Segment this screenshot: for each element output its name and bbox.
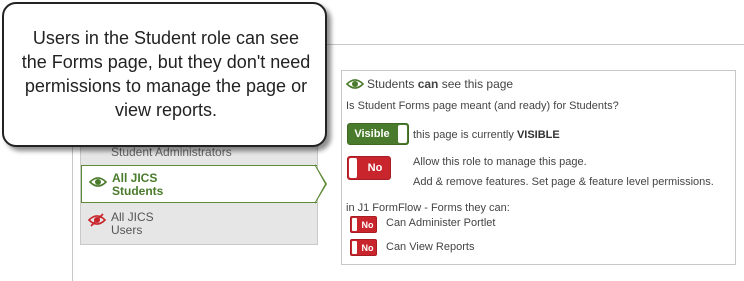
visibility-status: this page is currently VISIBLE bbox=[413, 129, 560, 141]
callout-box: Users in the Student role can see the Fo… bbox=[2, 2, 327, 147]
visibility-status-prefix: this page is currently bbox=[413, 129, 517, 141]
toggle-knob bbox=[352, 218, 357, 231]
panel-header: Students can see this page bbox=[345, 77, 514, 93]
manage-description-line1: Allow this role to manage this page. bbox=[413, 156, 587, 168]
header-suffix: see this page bbox=[438, 77, 514, 91]
toggle-label: Visible bbox=[354, 128, 390, 140]
visibility-toggle[interactable]: Visible bbox=[347, 123, 409, 145]
administer-portlet-label: Can Administer Portlet bbox=[386, 217, 496, 229]
permissions-panel: Students can see this page Is Student Fo… bbox=[341, 70, 736, 265]
administer-portlet-toggle[interactable]: No bbox=[350, 216, 377, 233]
toggle-knob bbox=[349, 158, 357, 178]
header-prefix: Students bbox=[367, 77, 418, 91]
view-reports-toggle[interactable]: No bbox=[350, 239, 377, 256]
toggle-knob bbox=[398, 125, 407, 143]
toggle-label: No bbox=[361, 220, 374, 230]
visibility-status-value: VISIBLE bbox=[516, 129, 560, 141]
toggle-knob bbox=[352, 241, 357, 254]
visibility-question: Is Student Forms page meant (and ready) … bbox=[346, 100, 619, 112]
manage-description-line2: Add & remove features. Set page & featur… bbox=[413, 176, 714, 188]
eye-slash-icon bbox=[87, 213, 107, 230]
view-reports-label: Can View Reports bbox=[386, 241, 475, 253]
role-list: Student Administrators All JICS Students… bbox=[80, 130, 318, 245]
eye-icon bbox=[88, 176, 108, 191]
role-item-all-jics-students[interactable]: All JICS Students bbox=[81, 165, 317, 203]
selected-role-pointer-fill bbox=[315, 166, 325, 202]
manage-page-toggle[interactable]: No bbox=[347, 156, 391, 180]
callout-text: Users in the Student role can see the Fo… bbox=[21, 28, 311, 120]
toggle-label: No bbox=[367, 162, 383, 174]
role-label-line2: Students bbox=[112, 184, 164, 198]
header-bold: can bbox=[417, 77, 439, 91]
role-label-line2: Users bbox=[111, 223, 143, 237]
toggle-label: No bbox=[361, 243, 374, 253]
formflow-section-label: in J1 FormFlow - Forms they can: bbox=[346, 202, 510, 214]
role-item-student-administrators[interactable]: Student Administrators bbox=[81, 145, 317, 163]
eye-icon bbox=[345, 78, 365, 93]
role-label: Student Administrators bbox=[111, 145, 232, 159]
role-item-all-jics-users[interactable]: All JICS Users bbox=[81, 209, 317, 239]
